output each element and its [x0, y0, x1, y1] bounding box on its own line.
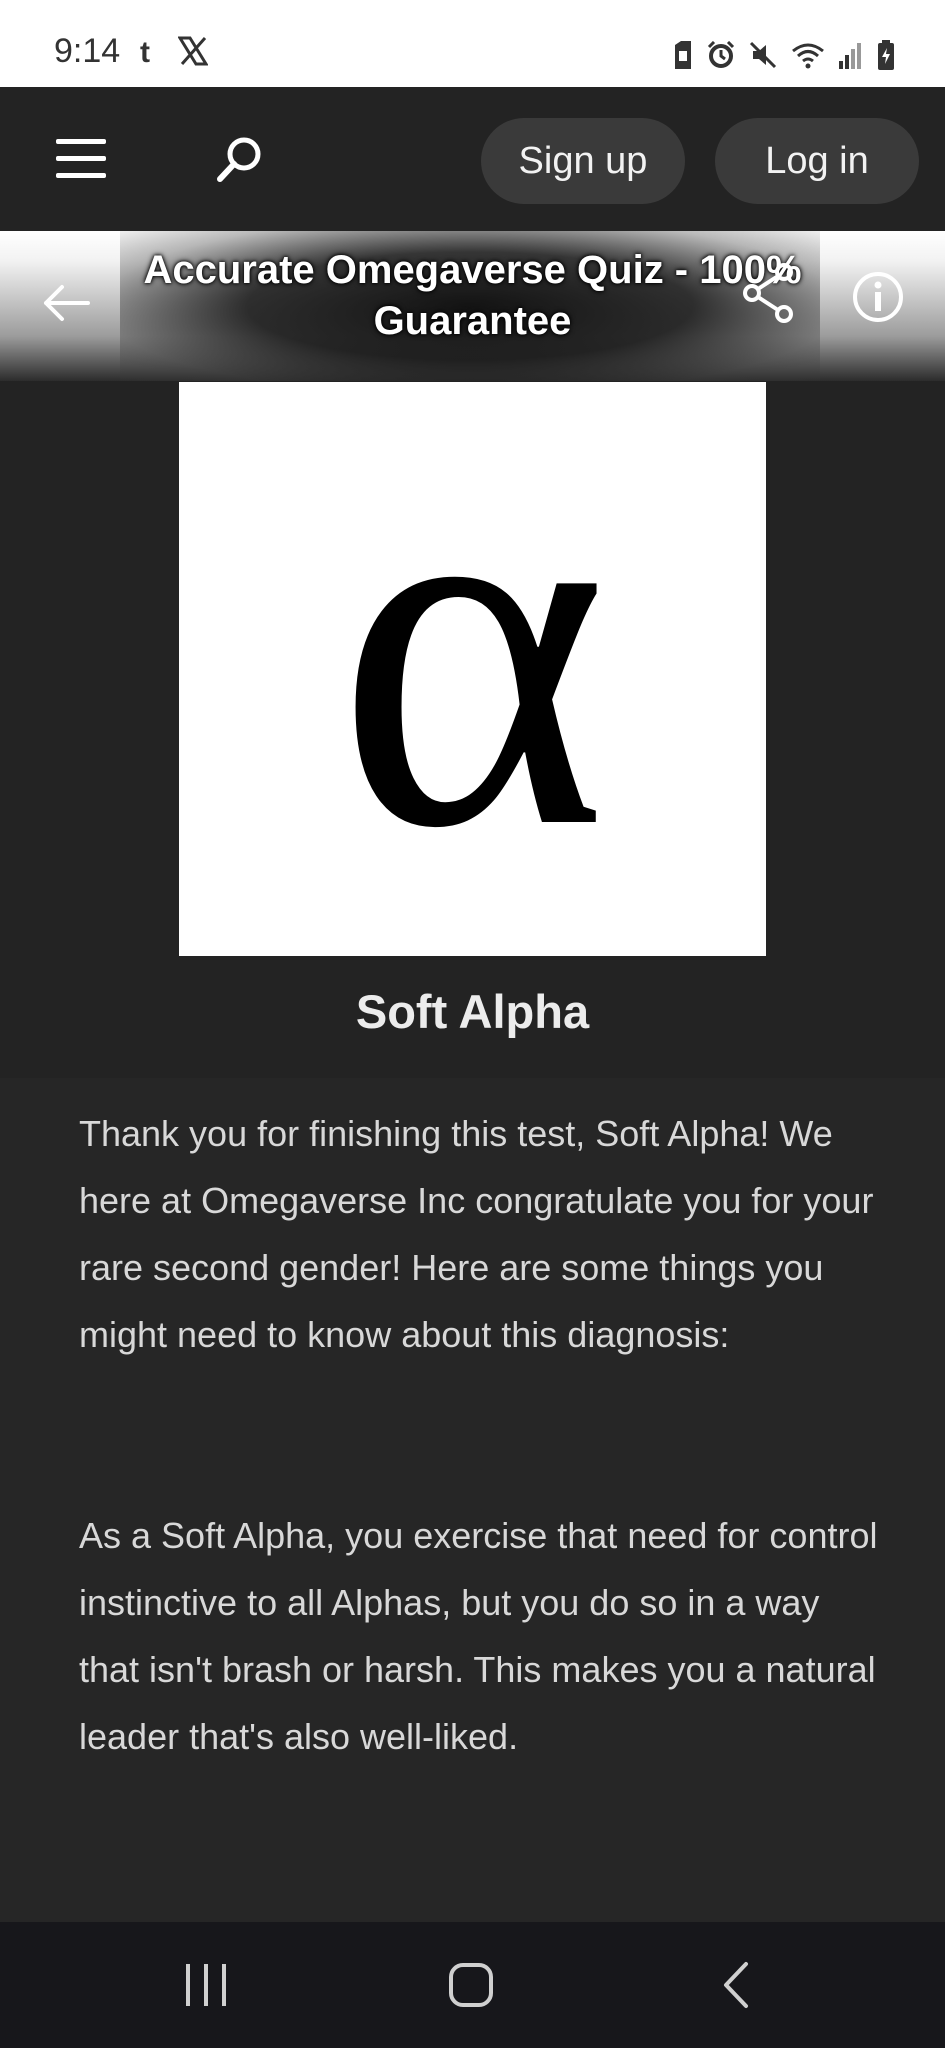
tumblr-icon: t: [138, 36, 160, 71]
menu-icon[interactable]: [56, 139, 106, 178]
mute-icon: [749, 41, 777, 74]
sim-icon: [673, 41, 693, 74]
home-button[interactable]: [448, 1960, 494, 2015]
top-nav: Sign up Log in: [0, 87, 945, 231]
quiz-title: Accurate Omegaverse Quiz - 100% Guarante…: [143, 248, 802, 343]
search-icon[interactable]: [214, 135, 264, 185]
alpha-symbol: α: [336, 382, 608, 935]
recent-apps-button[interactable]: [184, 1960, 228, 2015]
x-icon: [177, 36, 209, 71]
log-in-button[interactable]: Log in: [715, 118, 919, 204]
share-icon[interactable]: [740, 262, 798, 324]
info-icon[interactable]: [852, 271, 904, 323]
back-arrow-icon[interactable]: [40, 277, 92, 329]
alarm-icon: [707, 40, 735, 74]
status-bar: 9:14 t: [0, 0, 945, 87]
battery-icon: [877, 40, 895, 75]
result-image: α: [179, 360, 766, 956]
signal-icon: [839, 41, 863, 74]
result-title: Soft Alpha: [355, 985, 590, 1038]
status-time: 9:14: [54, 32, 121, 70]
svg-text:t: t: [140, 36, 150, 66]
sign-up-button[interactable]: Sign up: [481, 118, 685, 204]
quiz-title-banner: Accurate Omegaverse Quiz - 100% Guarante…: [0, 231, 945, 381]
result-paragraph: Thank you for finishing this test, Soft …: [79, 1113, 874, 1355]
result-paragraph: As a Soft Alpha, you exercise that need …: [79, 1515, 878, 1757]
wifi-icon: [791, 41, 825, 74]
back-button[interactable]: [718, 1960, 752, 2015]
system-nav-bar: [0, 1922, 945, 2048]
